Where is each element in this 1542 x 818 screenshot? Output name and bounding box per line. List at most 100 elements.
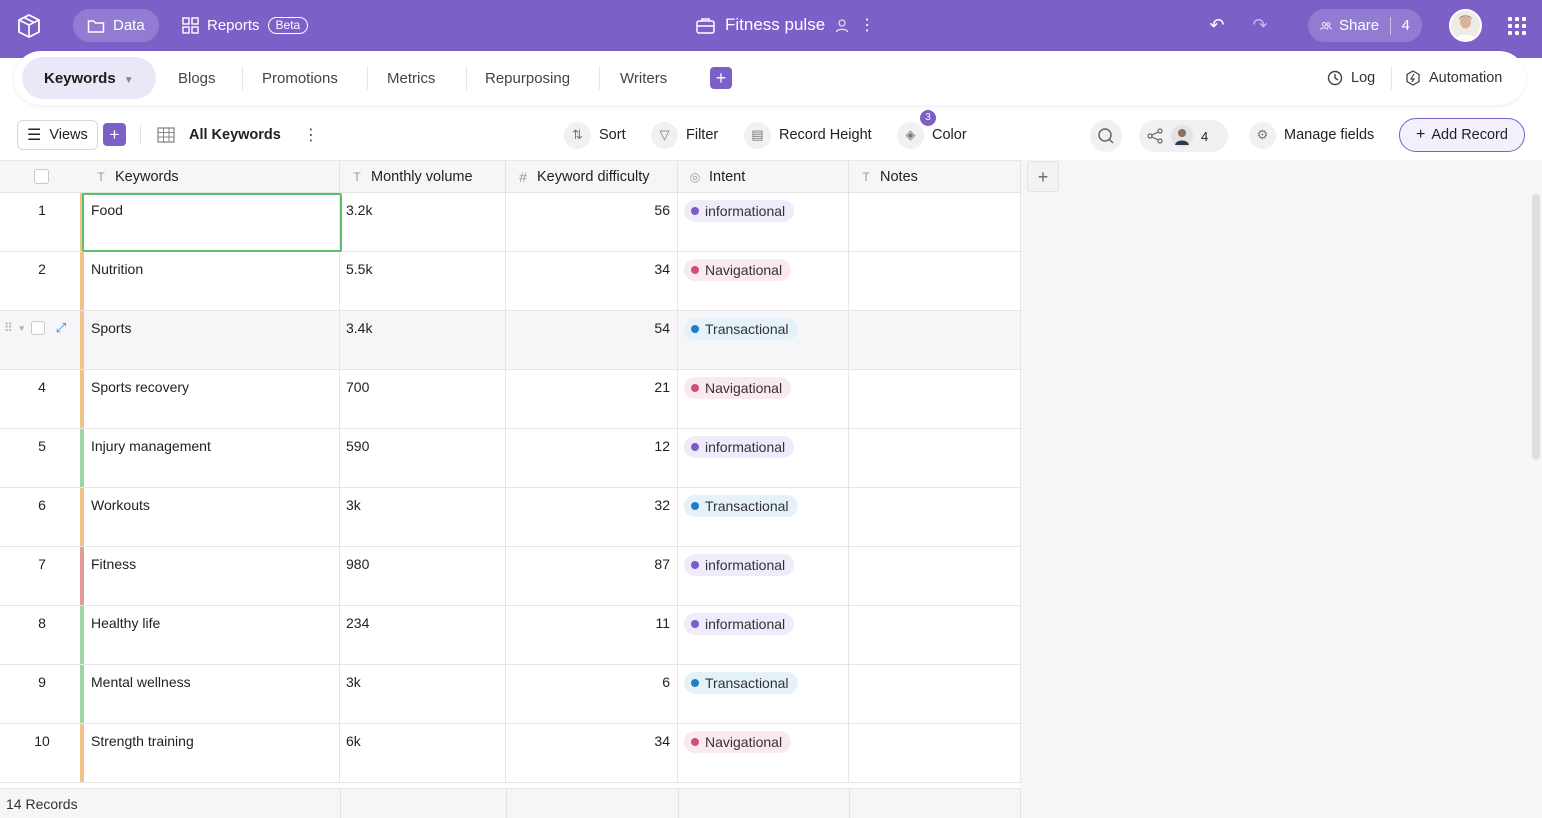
- expand-record-icon[interactable]: ⤢: [56, 320, 66, 336]
- notes-cell[interactable]: [849, 488, 1021, 546]
- sort-button[interactable]: ⇅ Sort: [564, 118, 626, 152]
- notes-cell[interactable]: [849, 311, 1021, 369]
- column-header-intent[interactable]: ◎ Intent: [678, 161, 849, 193]
- tab-writers[interactable]: Writers: [620, 51, 667, 105]
- intent-cell[interactable]: Transactional: [678, 311, 849, 369]
- row-expand-caret-icon[interactable]: ▼: [18, 324, 26, 333]
- tab-repurposing[interactable]: Repurposing: [485, 51, 570, 105]
- nav-reports[interactable]: Reports Beta: [168, 9, 322, 42]
- intent-cell[interactable]: informational: [678, 547, 849, 605]
- app-logo-icon[interactable]: [16, 13, 42, 39]
- nav-data[interactable]: Data: [73, 9, 159, 42]
- keyword-cell[interactable]: Sports recovery: [80, 370, 340, 428]
- monthly-volume-cell[interactable]: 5.5k: [340, 252, 506, 310]
- monthly-volume-cell[interactable]: 980: [340, 547, 506, 605]
- row-checkbox[interactable]: [30, 321, 45, 335]
- monthly-volume-cell[interactable]: 590: [340, 429, 506, 487]
- table-row[interactable]: 7 Fitness 980 87 informational: [0, 547, 1021, 606]
- monthly-volume-cell[interactable]: 700: [340, 370, 506, 428]
- monthly-volume-cell[interactable]: 3.2k: [340, 193, 506, 251]
- keyword-difficulty-cell[interactable]: 32: [506, 488, 678, 546]
- keyword-difficulty-cell[interactable]: 56: [506, 193, 678, 251]
- intent-cell[interactable]: Navigational: [678, 252, 849, 310]
- undo-icon[interactable]: ↶: [1207, 15, 1227, 35]
- redo-icon[interactable]: ↷: [1250, 15, 1270, 35]
- keyword-difficulty-cell[interactable]: 21: [506, 370, 678, 428]
- apps-grid-icon[interactable]: [1508, 17, 1526, 35]
- tab-metrics[interactable]: Metrics: [387, 51, 435, 105]
- keyword-cell[interactable]: Mental wellness: [80, 665, 340, 723]
- intent-cell[interactable]: Transactional: [678, 488, 849, 546]
- keyword-cell[interactable]: Workouts: [80, 488, 340, 546]
- keyword-difficulty-cell[interactable]: 12: [506, 429, 678, 487]
- keyword-difficulty-cell[interactable]: 34: [506, 252, 678, 310]
- monthly-volume-cell[interactable]: 3.4k: [340, 311, 506, 369]
- notes-cell[interactable]: [849, 429, 1021, 487]
- current-view[interactable]: All Keywords ⋮: [157, 118, 319, 152]
- filter-button[interactable]: ▽ Filter: [651, 118, 718, 152]
- monthly-volume-cell[interactable]: 6k: [340, 724, 506, 782]
- column-header-keyword-difficulty[interactable]: # Keyword difficulty: [506, 161, 678, 193]
- collaborators-button[interactable]: 4: [1139, 120, 1228, 152]
- select-all-checkbox[interactable]: [34, 169, 49, 184]
- table-row[interactable]: 5 Injury management 590 12 informational: [0, 429, 1021, 488]
- log-button[interactable]: Log: [1327, 51, 1375, 105]
- keyword-cell[interactable]: Healthy life: [80, 606, 340, 664]
- vertical-scrollbar[interactable]: [1532, 194, 1540, 460]
- column-header-notes[interactable]: T Notes: [849, 161, 1021, 193]
- notes-cell[interactable]: [849, 370, 1021, 428]
- keyword-difficulty-cell[interactable]: 6: [506, 665, 678, 723]
- keyword-cell[interactable]: Fitness: [80, 547, 340, 605]
- monthly-volume-cell[interactable]: 3k: [340, 488, 506, 546]
- manage-fields-button[interactable]: ⚙ Manage fields: [1249, 118, 1374, 152]
- add-view-button[interactable]: +: [103, 123, 126, 146]
- table-row[interactable]: 10 Strength training 6k 34 Navigational: [0, 724, 1021, 783]
- title-more-icon[interactable]: ⋮: [859, 15, 875, 35]
- add-table-button[interactable]: +: [710, 67, 732, 89]
- chevron-down-icon[interactable]: ▼: [124, 75, 134, 86]
- add-column-button[interactable]: +: [1027, 161, 1059, 192]
- user-avatar[interactable]: [1449, 9, 1482, 42]
- keyword-cell[interactable]: Injury management: [80, 429, 340, 487]
- notes-cell[interactable]: [849, 193, 1021, 251]
- keyword-difficulty-cell[interactable]: 34: [506, 724, 678, 782]
- table-row[interactable]: 6 Workouts 3k 32 Transactional: [0, 488, 1021, 547]
- automation-button[interactable]: Automation: [1405, 51, 1502, 105]
- intent-cell[interactable]: Navigational: [678, 724, 849, 782]
- tab-keywords[interactable]: Keywords ▼: [22, 57, 156, 99]
- monthly-volume-cell[interactable]: 3k: [340, 665, 506, 723]
- column-header-monthly-volume[interactable]: T Monthly volume: [340, 161, 506, 193]
- keyword-difficulty-cell[interactable]: 87: [506, 547, 678, 605]
- drag-handle-icon[interactable]: ⠿: [4, 321, 13, 335]
- notes-cell[interactable]: [849, 665, 1021, 723]
- monthly-volume-cell[interactable]: 234: [340, 606, 506, 664]
- add-record-button[interactable]: + Add Record: [1399, 118, 1525, 152]
- view-more-icon[interactable]: ⋮: [303, 125, 319, 145]
- notes-cell[interactable]: [849, 547, 1021, 605]
- intent-cell[interactable]: informational: [678, 429, 849, 487]
- keyword-difficulty-cell[interactable]: 54: [506, 311, 678, 369]
- tab-promotions[interactable]: Promotions: [262, 51, 338, 105]
- record-height-button[interactable]: ▤ Record Height: [744, 118, 872, 152]
- share-button[interactable]: Share 4: [1308, 9, 1422, 42]
- intent-cell[interactable]: informational: [678, 606, 849, 664]
- views-button[interactable]: ☰ Views: [17, 120, 98, 150]
- keyword-cell[interactable]: Strength training: [80, 724, 340, 782]
- app-title[interactable]: Fitness pulse ⋮: [696, 15, 875, 35]
- intent-cell[interactable]: Navigational: [678, 370, 849, 428]
- search-button[interactable]: [1090, 120, 1122, 152]
- user-icon[interactable]: [835, 18, 849, 33]
- notes-cell[interactable]: [849, 606, 1021, 664]
- table-row[interactable]: 2 Nutrition 5.5k 34 Navigational: [0, 252, 1021, 311]
- keyword-cell[interactable]: Nutrition: [80, 252, 340, 310]
- tab-blogs[interactable]: Blogs: [178, 51, 216, 105]
- notes-cell[interactable]: [849, 724, 1021, 782]
- keyword-cell[interactable]: Sports: [80, 311, 340, 369]
- intent-cell[interactable]: informational: [678, 193, 849, 251]
- table-row[interactable]: ⠿ ▼ ⤢ Sports 3.4k 54 Transactional: [0, 311, 1021, 370]
- intent-cell[interactable]: Transactional: [678, 665, 849, 723]
- table-row[interactable]: 9 Mental wellness 3k 6 Transactional: [0, 665, 1021, 724]
- table-row[interactable]: 1 Food 3.2k 56 informational: [0, 193, 1021, 252]
- column-header-keywords[interactable]: T Keywords: [84, 161, 340, 193]
- table-row[interactable]: 8 Healthy life 234 11 informational: [0, 606, 1021, 665]
